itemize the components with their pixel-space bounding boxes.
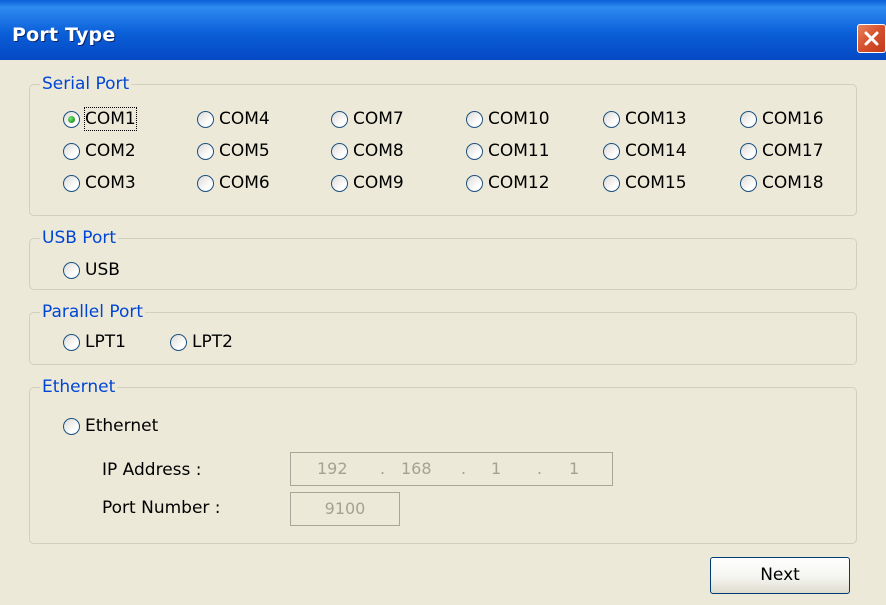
ip-octet: 192: [317, 459, 348, 478]
port-number-field[interactable]: 9100: [290, 492, 400, 526]
ip-octet: 1: [569, 459, 580, 478]
ip-address-field[interactable]: 192 . 168 . 1 . 1: [290, 452, 613, 486]
radio-circle[interactable]: [63, 175, 80, 192]
usb-port-group: USB Port USB: [29, 228, 857, 290]
serial-port-legend: Serial Port: [40, 74, 132, 94]
ip-separator: .: [537, 459, 543, 478]
port-number-label: Port Number :: [102, 498, 221, 518]
radio-label: COM2: [85, 141, 136, 161]
radio-circle[interactable]: [603, 175, 620, 192]
radio-circle[interactable]: [466, 111, 483, 128]
radio-circle[interactable]: [197, 175, 214, 192]
ip-separator: .: [461, 459, 467, 478]
radio-circle[interactable]: [466, 143, 483, 160]
ip-separator: .: [380, 459, 386, 478]
radio-circle[interactable]: [331, 175, 348, 192]
radio-label: COM5: [219, 141, 270, 161]
radio-label: COM9: [353, 173, 404, 193]
radio-label: COM16: [762, 109, 824, 129]
radio-circle[interactable]: [331, 111, 348, 128]
radio-circle[interactable]: [331, 143, 348, 160]
radio-circle[interactable]: [603, 143, 620, 160]
radio-label: COM4: [219, 109, 270, 129]
radio-circle[interactable]: [63, 262, 80, 279]
title-bar[interactable]: Port Type: [0, 0, 886, 60]
radio-circle[interactable]: [63, 111, 80, 128]
ethernet-group: Ethernet Ethernet IP Address : 192 . 168…: [29, 377, 857, 544]
radio-circle[interactable]: [63, 143, 80, 160]
ip-octet: 1: [491, 459, 502, 478]
radio-label: Ethernet: [85, 416, 159, 436]
radio-selected-dot: [68, 116, 75, 123]
radio-circle[interactable]: [63, 334, 80, 351]
radio-label: COM12: [488, 173, 550, 193]
radio-circle[interactable]: [197, 111, 214, 128]
port-type-dialog: Port Type Serial Port COM1 COM2 COM3 COM4 CO…: [0, 0, 886, 605]
window-title: Port Type: [12, 24, 116, 46]
radio-label: LPT2: [192, 332, 233, 352]
radio-circle[interactable]: [170, 334, 187, 351]
radio-circle[interactable]: [197, 143, 214, 160]
ip-address-label: IP Address :: [102, 460, 202, 480]
radio-label: COM6: [219, 173, 270, 193]
next-button[interactable]: Next: [710, 557, 850, 594]
radio-label: COM3: [85, 173, 136, 193]
usb-port-legend: USB Port: [40, 228, 119, 248]
parallel-port-legend: Parallel Port: [40, 302, 146, 322]
radio-label: COM10: [488, 109, 550, 129]
ethernet-legend: Ethernet: [40, 377, 118, 397]
radio-label: COM18: [762, 173, 824, 193]
radio-label: COM15: [625, 173, 687, 193]
radio-label: COM1: [84, 107, 137, 131]
ip-octet: 168: [401, 459, 432, 478]
radio-label: COM13: [625, 109, 687, 129]
serial-port-group: Serial Port COM1 COM2 COM3 COM4 COM5 COM6 COM7…: [29, 74, 857, 216]
radio-label: COM8: [353, 141, 404, 161]
radio-label: LPT1: [85, 332, 126, 352]
port-number-value: 9100: [324, 499, 366, 518]
radio-label: COM17: [762, 141, 824, 161]
radio-label: COM14: [625, 141, 687, 161]
radio-label: COM7: [353, 109, 404, 129]
close-icon: [864, 31, 879, 46]
close-button[interactable]: [857, 24, 886, 53]
radio-circle[interactable]: [63, 418, 80, 435]
radio-circle[interactable]: [740, 143, 757, 160]
radio-circle[interactable]: [466, 175, 483, 192]
radio-label: USB: [85, 260, 120, 280]
radio-circle[interactable]: [740, 175, 757, 192]
radio-circle[interactable]: [603, 111, 620, 128]
parallel-port-group: Parallel Port LPT1 LPT2: [29, 302, 857, 365]
radio-label: COM11: [488, 141, 550, 161]
radio-circle[interactable]: [740, 111, 757, 128]
